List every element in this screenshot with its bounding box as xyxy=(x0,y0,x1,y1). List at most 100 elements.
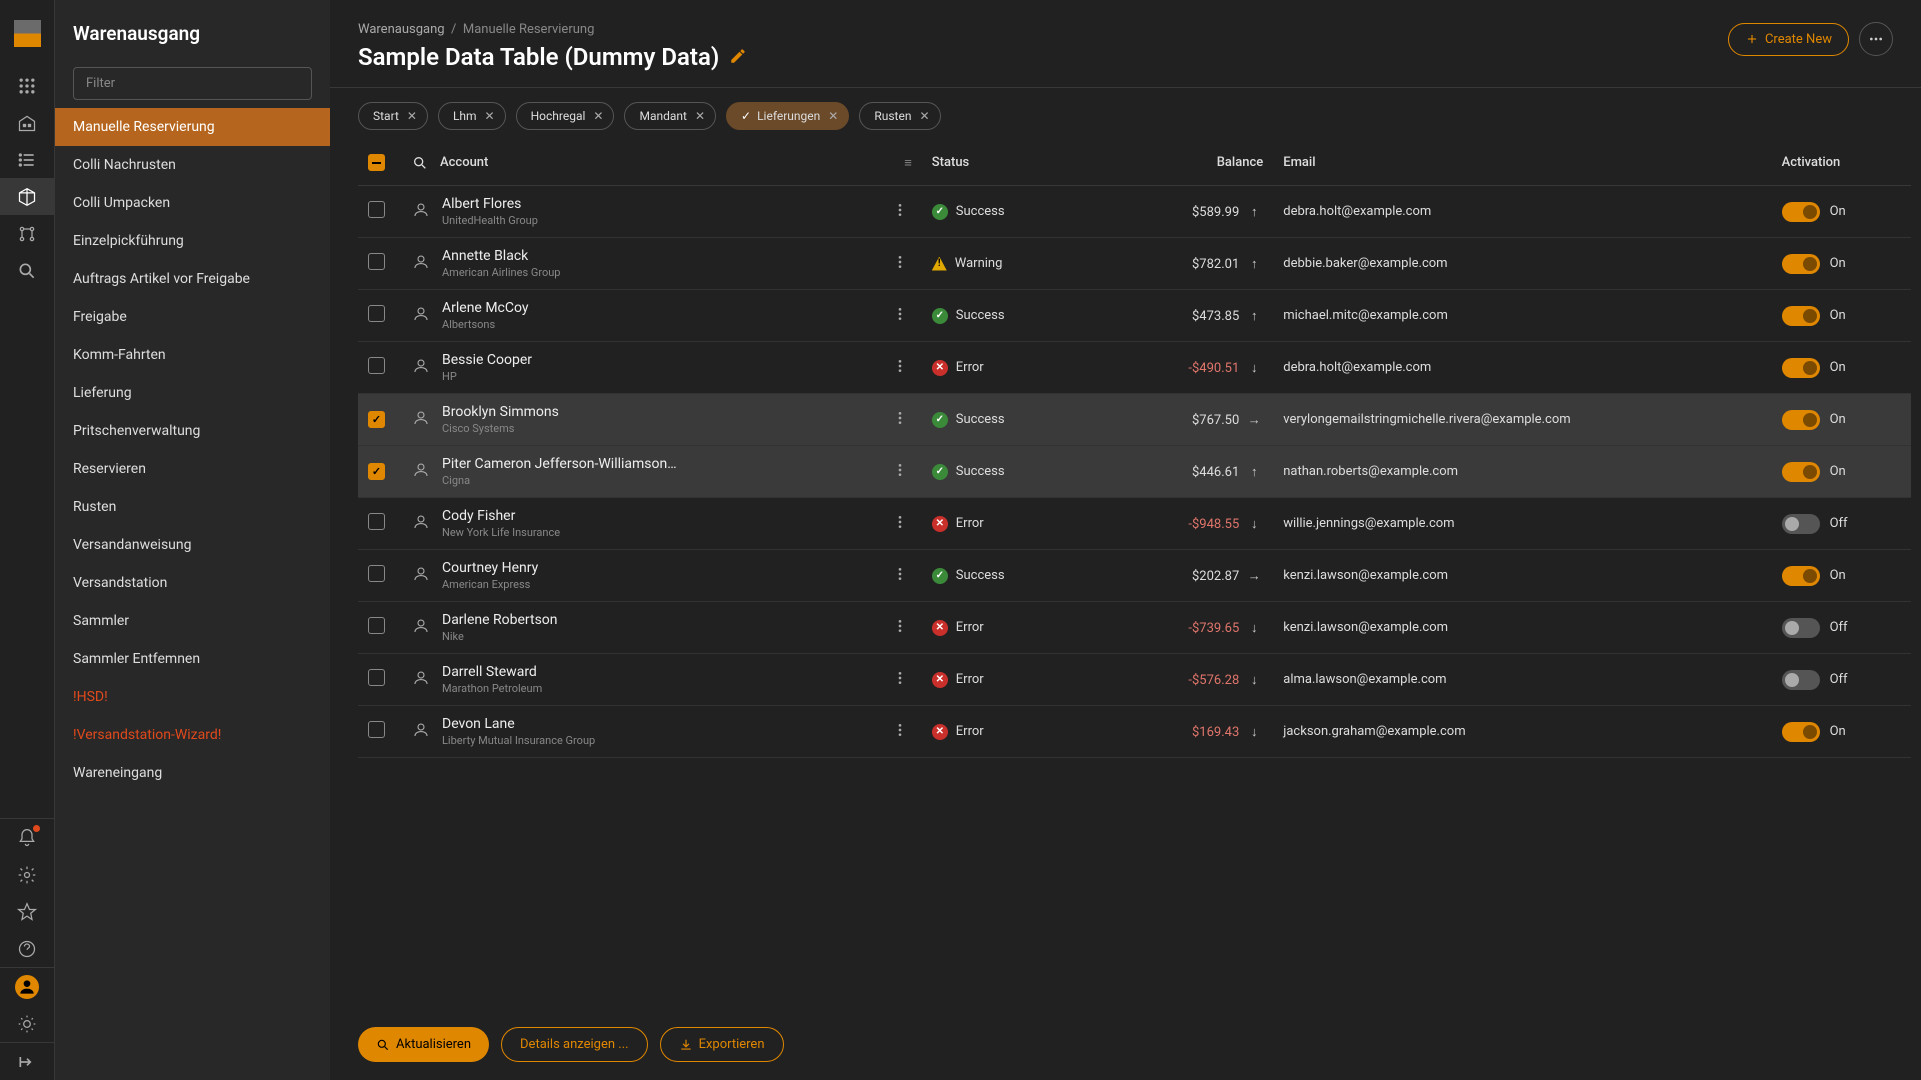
search-icon[interactable] xyxy=(412,155,428,171)
sidebar-item[interactable]: !Versandstation-Wizard! xyxy=(55,716,330,754)
chip-remove-icon[interactable]: ✕ xyxy=(826,109,840,123)
row-checkbox[interactable] xyxy=(368,253,385,270)
sidebar-item[interactable]: Pritschenverwaltung xyxy=(55,412,330,450)
breadcrumb-root[interactable]: Warenausgang xyxy=(358,22,445,37)
rail-collapse-icon[interactable] xyxy=(0,1043,54,1080)
rail-settings-icon[interactable] xyxy=(0,856,54,893)
filter-chip[interactable]: Hochregal✕ xyxy=(516,102,615,130)
sidebar-item[interactable]: Versandstation xyxy=(55,564,330,602)
rail-warehouse-icon[interactable] xyxy=(0,104,54,141)
activation-toggle[interactable] xyxy=(1782,358,1820,378)
refresh-button[interactable]: Aktualisieren xyxy=(358,1027,489,1062)
more-actions-button[interactable] xyxy=(1859,22,1893,56)
row-more-button[interactable] xyxy=(888,302,912,330)
person-icon xyxy=(412,201,430,223)
rail-list-icon[interactable] xyxy=(0,141,54,178)
rail-theme-icon[interactable] xyxy=(0,1005,54,1042)
sidebar-item[interactable]: Colli Nachrusten xyxy=(55,146,330,184)
row-more-button[interactable] xyxy=(888,250,912,278)
filter-chip[interactable]: Start✕ xyxy=(358,102,428,130)
row-more-button[interactable] xyxy=(888,406,912,434)
page-title: Sample Data Table (Dummy Data) xyxy=(358,43,719,71)
row-checkbox[interactable] xyxy=(368,357,385,374)
sidebar-item[interactable]: Lieferung xyxy=(55,374,330,412)
sidebar-item[interactable]: Manuelle Reservierung xyxy=(55,108,330,146)
sidebar-item[interactable]: Komm-Fahrten xyxy=(55,336,330,374)
row-more-button[interactable] xyxy=(888,718,912,746)
select-all-checkbox[interactable] xyxy=(368,154,385,171)
chip-remove-icon[interactable]: ✕ xyxy=(917,109,931,123)
details-button[interactable]: Details anzeigen ... xyxy=(501,1027,648,1062)
row-checkbox[interactable] xyxy=(368,565,385,582)
sidebar-item[interactable]: !HSD! xyxy=(55,678,330,716)
sidebar-filter-input[interactable] xyxy=(73,67,312,100)
sidebar-item[interactable]: Reservieren xyxy=(55,450,330,488)
sidebar-item[interactable]: Wareneingang xyxy=(55,754,330,792)
activation-toggle[interactable] xyxy=(1782,566,1820,586)
create-new-button[interactable]: Create New xyxy=(1728,23,1849,56)
row-checkbox[interactable] xyxy=(368,201,385,218)
activation-toggle[interactable] xyxy=(1782,462,1820,482)
activation-toggle[interactable] xyxy=(1782,410,1820,430)
row-checkbox[interactable] xyxy=(368,617,385,634)
sidebar-item[interactable]: Auftrags Artikel vor Freigabe xyxy=(55,260,330,298)
row-more-button[interactable] xyxy=(888,562,912,590)
row-company: American Airlines Group xyxy=(442,266,560,279)
activation-toggle[interactable] xyxy=(1782,306,1820,326)
activation-toggle[interactable] xyxy=(1782,618,1820,638)
row-checkbox[interactable] xyxy=(368,411,385,428)
activation-toggle[interactable] xyxy=(1782,722,1820,742)
chip-remove-icon[interactable]: ✕ xyxy=(591,109,605,123)
rail-search-icon[interactable] xyxy=(0,252,54,289)
icon-rail xyxy=(0,0,55,1080)
activation-toggle[interactable] xyxy=(1782,254,1820,274)
sidebar-item[interactable]: Rusten xyxy=(55,488,330,526)
activation-toggle[interactable] xyxy=(1782,514,1820,534)
status-icon: ✓ xyxy=(932,308,948,324)
rail-user-icon[interactable] xyxy=(0,968,54,1005)
filter-chip[interactable]: ✓Lieferungen✕ xyxy=(726,102,849,130)
row-more-button[interactable] xyxy=(888,510,912,538)
row-status: Success xyxy=(956,464,1005,479)
row-more-button[interactable] xyxy=(888,458,912,486)
check-icon: ✓ xyxy=(741,109,751,123)
row-more-button[interactable] xyxy=(888,666,912,694)
row-status: Success xyxy=(956,308,1005,323)
row-checkbox[interactable] xyxy=(368,669,385,686)
rail-help-icon[interactable] xyxy=(0,930,54,967)
filter-chip[interactable]: Mandant✕ xyxy=(624,102,716,130)
rail-star-icon[interactable] xyxy=(0,893,54,930)
rail-graph-icon[interactable] xyxy=(0,215,54,252)
sidebar-item[interactable]: Sammler Entfemnen xyxy=(55,640,330,678)
chip-remove-icon[interactable]: ✕ xyxy=(405,109,419,123)
sidebar-item[interactable]: Versandanweisung xyxy=(55,526,330,564)
activation-toggle[interactable] xyxy=(1782,670,1820,690)
row-company: Cigna xyxy=(442,474,677,487)
filter-chip[interactable]: Rusten✕ xyxy=(859,102,940,130)
rail-notifications-icon[interactable] xyxy=(0,819,54,856)
activation-toggle[interactable] xyxy=(1782,202,1820,222)
sidebar-item[interactable]: Colli Umpacken xyxy=(55,184,330,222)
row-more-button[interactable] xyxy=(888,198,912,226)
row-checkbox[interactable] xyxy=(368,721,385,738)
trend-arrow-icon: ↓ xyxy=(1245,516,1263,532)
row-checkbox[interactable] xyxy=(368,463,385,480)
edit-title-button[interactable] xyxy=(729,43,747,71)
rail-package-icon[interactable] xyxy=(0,178,54,215)
toggle-label: Off xyxy=(1830,620,1848,635)
row-more-button[interactable] xyxy=(888,354,912,382)
sidebar-item[interactable]: Einzelpickführung xyxy=(55,222,330,260)
chip-remove-icon[interactable]: ✕ xyxy=(483,109,497,123)
filter-chip[interactable]: Lhm✕ xyxy=(438,102,506,130)
column-drag-handle[interactable]: ≡ xyxy=(904,155,912,171)
dots-vertical-icon xyxy=(892,202,908,218)
chip-remove-icon[interactable]: ✕ xyxy=(693,109,707,123)
sidebar-item[interactable]: Sammler xyxy=(55,602,330,640)
sidebar-item[interactable]: Freigabe xyxy=(55,298,330,336)
row-checkbox[interactable] xyxy=(368,513,385,530)
row-checkbox[interactable] xyxy=(368,305,385,322)
row-company: Marathon Petroleum xyxy=(442,682,542,695)
rail-apps-icon[interactable] xyxy=(0,67,54,104)
row-more-button[interactable] xyxy=(888,614,912,642)
export-button[interactable]: Exportieren xyxy=(660,1027,784,1062)
